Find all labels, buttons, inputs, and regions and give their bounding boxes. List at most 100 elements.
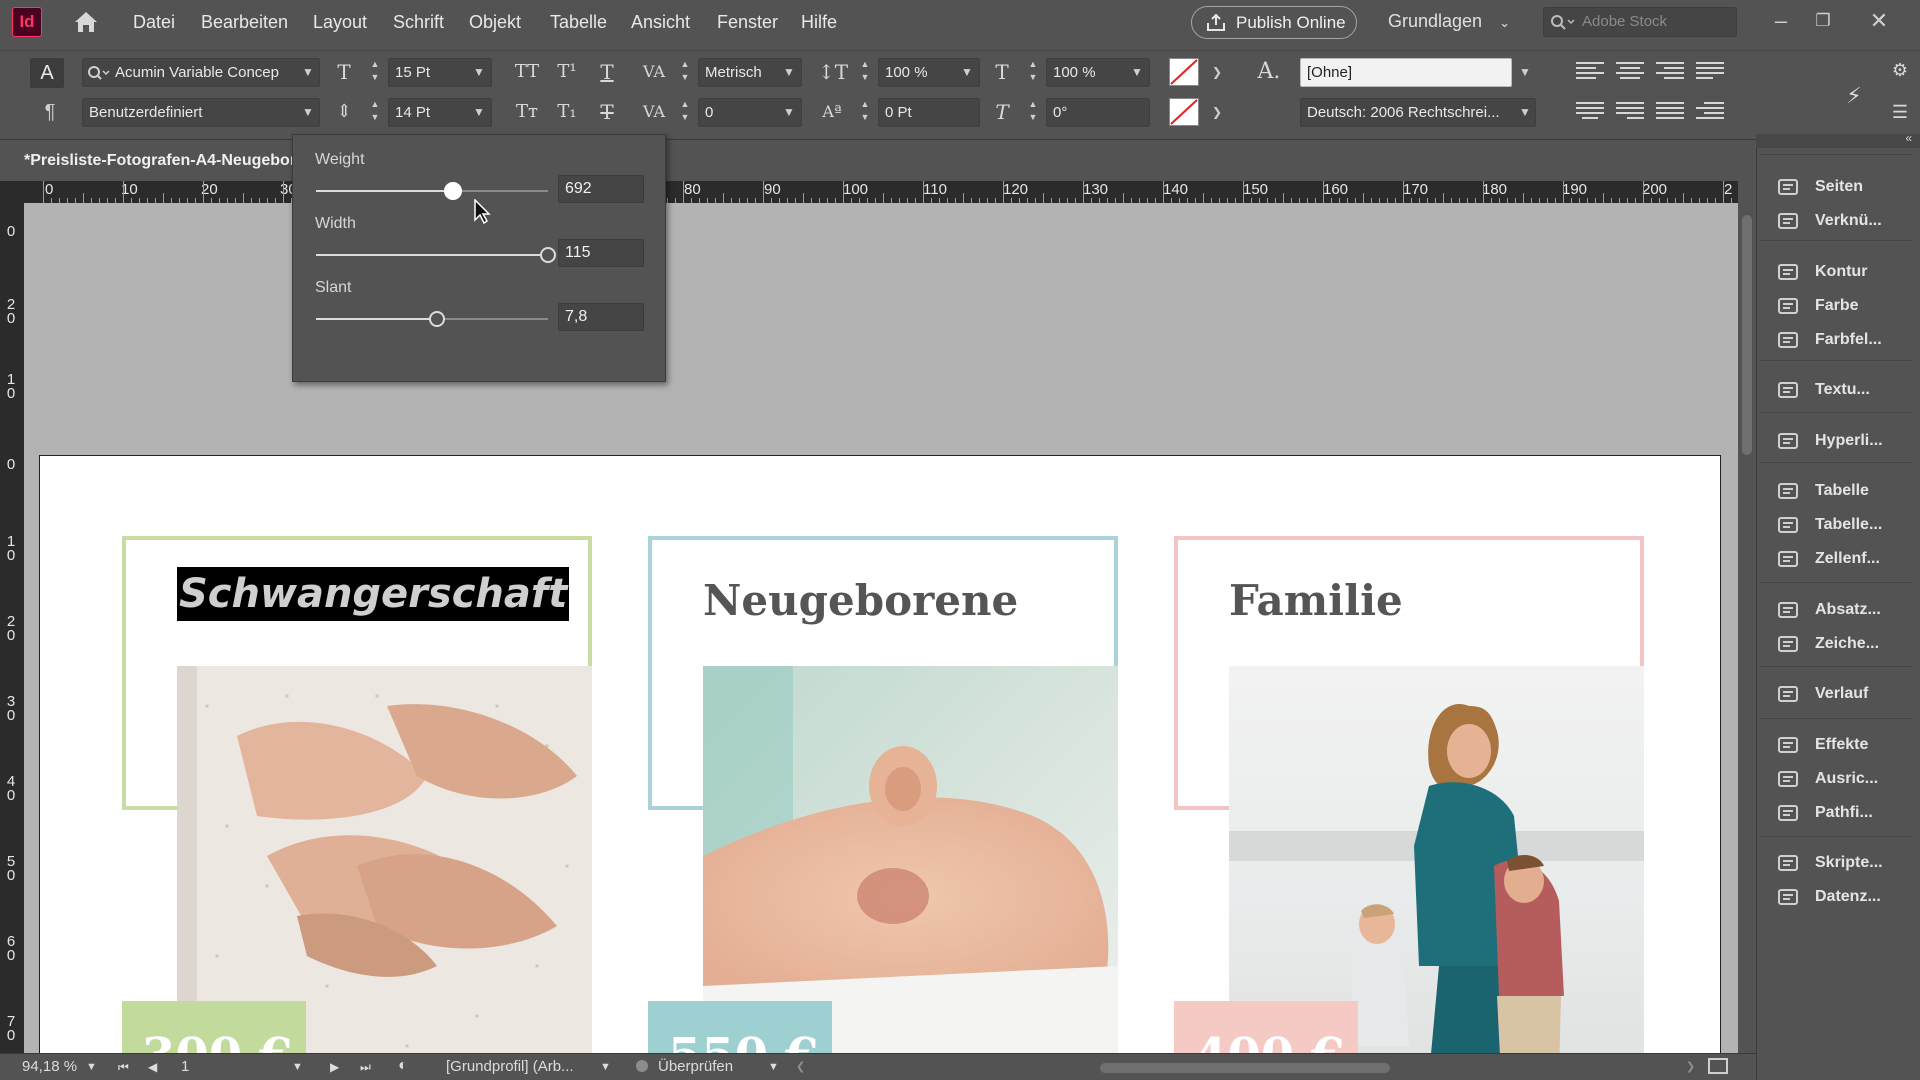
font-style-field[interactable]: Benutzerdefiniert [82, 98, 320, 127]
small-caps-icon[interactable]: Tт [513, 98, 541, 126]
dock-item-6[interactable]: Hyperli... [1777, 425, 1917, 457]
font-family-field[interactable]: Acumin Variable Concep [82, 58, 320, 87]
language-field[interactable]: Deutsch: 2006 Rechtschrei... [1300, 98, 1536, 127]
dock-item-1[interactable]: Verknü... [1777, 205, 1917, 237]
vertical-ruler[interactable]: 0 20 10 0 10 20 30 40 50 60 70 [0, 203, 24, 1053]
tracking-stepper[interactable]: ▲ ▼ [678, 98, 692, 126]
justify-all-icon[interactable] [1656, 99, 1684, 123]
scroll-right-icon[interactable]: ❯ [1686, 1060, 1695, 1073]
photo-pregnancy[interactable] [177, 666, 592, 1053]
skew-stepper[interactable]: ▲ ▼ [1026, 98, 1040, 126]
last-page-icon[interactable]: ⏭ [360, 1060, 371, 1075]
open-in-window-icon[interactable]: ◐ [398, 1057, 408, 1075]
dock-collapse-bar[interactable]: « [1756, 131, 1920, 148]
character-style-field[interactable]: [Ohne] [1300, 58, 1512, 87]
photo-family[interactable] [1229, 666, 1644, 1053]
vertical-scrollbar[interactable] [1738, 203, 1756, 1053]
dock-item-4[interactable]: Farbfel... [1777, 324, 1917, 356]
weight-slider-handle[interactable] [443, 182, 462, 200]
kerning-stepper[interactable]: ▲ ▼ [678, 58, 692, 86]
dock-item-15[interactable]: Pathfi... [1777, 797, 1917, 829]
close-button[interactable]: ✕ [1864, 6, 1894, 36]
price-badge-schwangerschaft[interactable]: 300 € [122, 1001, 306, 1053]
menu-datei[interactable]: Datei [133, 12, 175, 33]
horizontal-scale-stepper[interactable]: ▲ ▼ [1026, 58, 1040, 86]
menu-layout[interactable]: Layout [313, 12, 367, 33]
photo-newborn[interactable] [703, 666, 1118, 1053]
restore-button[interactable]: ❐ [1808, 6, 1838, 36]
first-page-icon[interactable]: ⏮ [118, 1060, 129, 1075]
leading-stepper[interactable]: ▲ ▼ [368, 98, 382, 126]
align-justify-left-icon[interactable] [1696, 59, 1724, 83]
minimize-button[interactable]: – [1766, 6, 1796, 36]
price-badge-neugeborene[interactable]: 550 € [648, 1001, 832, 1053]
width-input[interactable]: 115 [558, 239, 644, 267]
width-slider-handle[interactable] [540, 247, 556, 263]
menu-ansicht[interactable]: Ansicht [631, 12, 690, 33]
selected-text-schwangerschaft[interactable]: Schwangerschaft [177, 567, 570, 621]
chevron-down-icon[interactable]: ▼ [297, 98, 319, 127]
home-icon[interactable] [72, 10, 100, 34]
align-right-icon[interactable] [1656, 59, 1684, 83]
stroke-swatch[interactable] [1169, 98, 1199, 126]
align-center-icon[interactable] [1616, 59, 1644, 83]
fill-swatch[interactable] [1169, 58, 1199, 86]
menu-objekt[interactable]: Objekt [469, 12, 521, 33]
card-title-neugeborene[interactable]: Neugeborene [703, 576, 1018, 625]
weight-input[interactable]: 692 [558, 175, 644, 203]
dock-item-3[interactable]: Farbe [1777, 290, 1917, 322]
dock-item-10[interactable]: Absatz... [1777, 594, 1917, 626]
page-number[interactable]: 1 [181, 1058, 189, 1075]
justify-right-icon[interactable] [1616, 99, 1644, 123]
chevron-down-icon[interactable]: ▼ [86, 1061, 97, 1073]
vertical-scrollbar-thumb[interactable] [1742, 215, 1752, 455]
chevron-down-icon[interactable]: ▼ [956, 58, 978, 87]
gear-icon[interactable]: ⚙ [1886, 57, 1914, 85]
chevron-down-icon[interactable]: ▼ [778, 98, 800, 127]
card-title-familie[interactable]: Familie [1229, 576, 1403, 625]
dock-item-2[interactable]: Kontur [1777, 256, 1917, 288]
chevron-down-icon[interactable]: ▼ [1126, 58, 1148, 87]
pasteboard[interactable]: Schwangerschaft 300 € Neugeborene 550 € [24, 203, 1738, 1053]
align-towards-spine-icon[interactable] [1696, 99, 1724, 123]
lightning-icon[interactable]: ⚡︎ [1840, 83, 1868, 111]
skew-field[interactable]: 0° [1046, 98, 1150, 127]
menu-tabelle[interactable]: Tabelle [550, 12, 607, 33]
preflight-status[interactable]: Überprüfen [658, 1058, 733, 1075]
dock-item-9[interactable]: Zellenf... [1777, 543, 1917, 575]
card-title-schwangerschaft[interactable]: Schwangerschaft [177, 567, 570, 621]
font-size-stepper[interactable]: ▲ ▼ [368, 58, 382, 86]
dock-item-0[interactable]: Seiten [1777, 171, 1917, 203]
dock-item-7[interactable]: Tabelle [1777, 475, 1917, 507]
chevron-right-icon[interactable]: ❯ [1206, 58, 1228, 87]
dock-item-14[interactable]: Ausric... [1777, 763, 1917, 795]
slant-slider[interactable] [316, 311, 548, 327]
menu-fenster[interactable]: Fenster [717, 12, 778, 33]
superscript-icon[interactable]: T¹ [553, 58, 581, 86]
dock-item-16[interactable]: Skripte... [1777, 847, 1917, 879]
width-slider[interactable] [316, 247, 556, 263]
align-left-icon[interactable] [1576, 59, 1604, 83]
chevron-down-icon[interactable]: ▼ [468, 58, 490, 87]
slant-slider-handle[interactable] [428, 311, 445, 327]
chevron-down-icon[interactable]: ▼ [778, 58, 800, 87]
justify-center-icon[interactable] [1576, 99, 1604, 123]
workspace-select[interactable]: Grundlagen ⌄ [1388, 11, 1510, 32]
baseline-shift-stepper[interactable]: ▲ ▼ [858, 98, 872, 126]
document-page[interactable]: Schwangerschaft 300 € Neugeborene 550 € [39, 455, 1721, 1053]
chevron-down-icon[interactable]: ▼ [768, 1061, 779, 1073]
chevron-right-icon[interactable]: ❯ [1206, 98, 1228, 127]
next-page-icon[interactable]: ▶ [330, 1060, 339, 1074]
dock-item-8[interactable]: Tabelle... [1777, 509, 1917, 541]
publish-online-button[interactable]: Publish Online [1191, 6, 1357, 39]
weight-slider[interactable] [316, 182, 548, 200]
chevron-down-icon[interactable]: ▼ [297, 58, 319, 87]
panel-menu-icon[interactable]: ☰ [1886, 99, 1914, 127]
chevron-down-icon[interactable]: ▼ [1514, 98, 1536, 127]
horizontal-ruler[interactable]: 0 10 20 30 80 90 100 110 120 130 140 150 160 170 180 19… [0, 181, 1738, 203]
zoom-level[interactable]: 94,18 % [22, 1058, 77, 1075]
subscript-icon[interactable]: T₁ [553, 98, 581, 126]
chevron-down-icon[interactable]: ▼ [468, 98, 490, 127]
document-tab[interactable]: *Preisliste-Fotografen-A4-Neugeborene [0, 141, 296, 181]
horizontal-scrollbar-thumb[interactable] [1100, 1063, 1390, 1073]
